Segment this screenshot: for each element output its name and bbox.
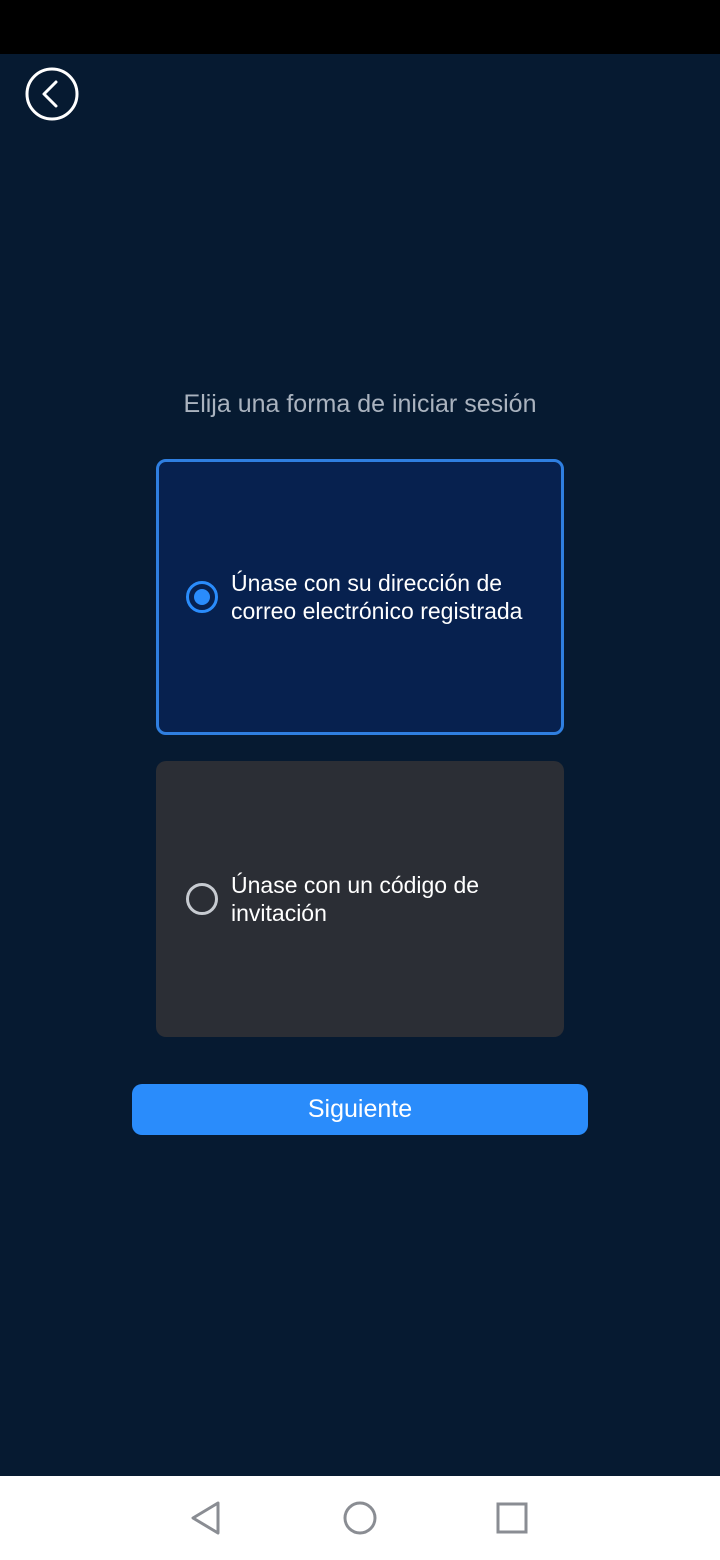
system-nav-bar [0,1476,720,1560]
back-button[interactable] [24,66,80,122]
option-invite-code-card[interactable]: Únase con un código de invitación [156,761,564,1037]
chevron-left-circle-icon [25,67,79,121]
back-triangle-icon [191,1501,220,1535]
next-button[interactable]: Siguiente [132,1084,588,1135]
page-prompt: Elija una forma de iniciar sesión [183,390,537,418]
option-email-label: Únase con su dirección de correo electró… [231,570,523,624]
nav-recents-button[interactable] [492,1498,532,1538]
status-bar [0,0,720,54]
option-email-card[interactable]: Únase con su dirección de correo electró… [156,459,564,735]
nav-home-button[interactable] [340,1498,380,1538]
radio-selected[interactable] [185,580,219,614]
option-invite-code-label: Únase con un código de invitación [231,872,480,926]
radio-unselected[interactable] [185,882,219,916]
login-method-screen: Elija una forma de iniciar sesión Únase … [0,54,720,1476]
recents-square-icon [496,1502,528,1534]
nav-back-button[interactable] [186,1498,226,1538]
home-circle-icon [343,1501,377,1535]
